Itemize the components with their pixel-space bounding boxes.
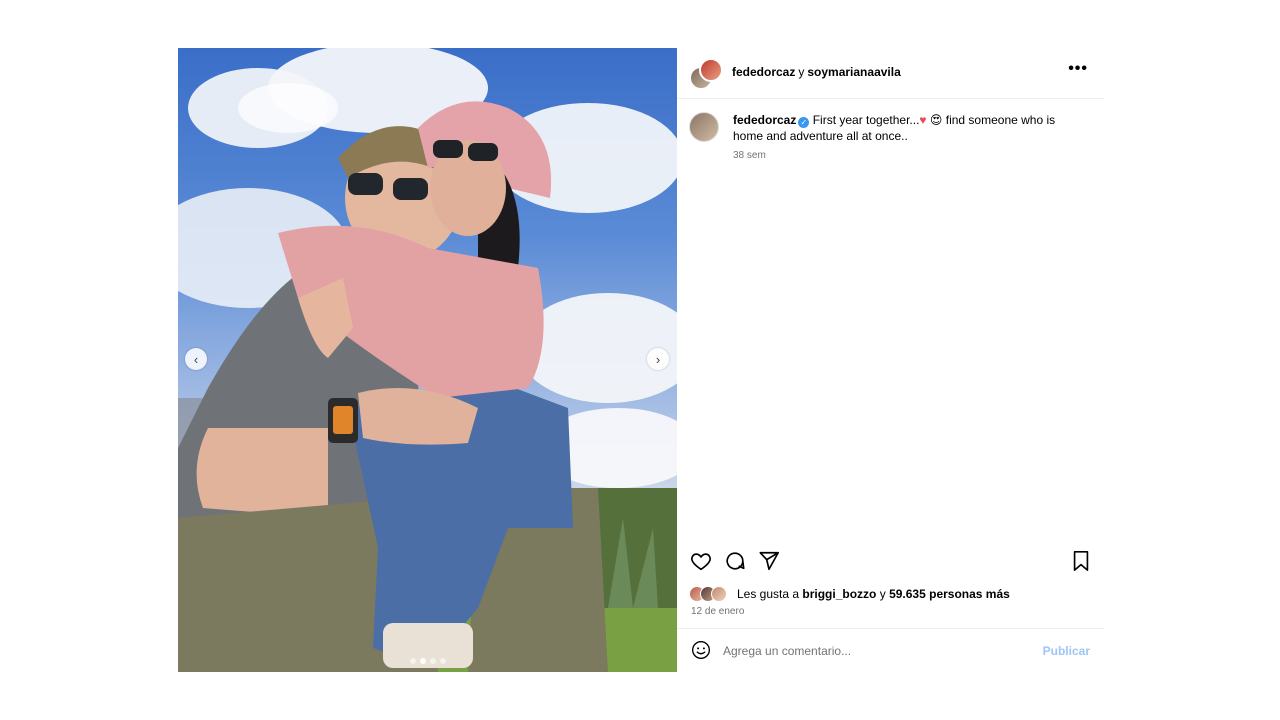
heart-emoji: ♥	[919, 113, 927, 127]
bookmark-icon[interactable]	[1071, 550, 1091, 577]
chevron-right-icon: ›	[655, 351, 661, 367]
share-icon[interactable]	[758, 550, 780, 577]
collab-avatars[interactable]	[689, 58, 723, 90]
carousel-dot	[429, 658, 436, 664]
heart-icon[interactable]	[690, 550, 712, 577]
caption-text: fededorcaz ✓ First year together...♥ 😍 fi…	[733, 112, 1088, 144]
avatar	[711, 586, 727, 602]
avatar[interactable]	[689, 112, 719, 142]
more-options-button[interactable]: •••	[1068, 60, 1088, 78]
action-bar	[677, 546, 1104, 576]
carousel-dot	[409, 658, 416, 664]
caption-timestamp[interactable]: 38 sem	[733, 150, 766, 161]
chevron-left-icon: ‹	[193, 351, 199, 367]
carousel-dot	[439, 658, 446, 664]
emoji-icon[interactable]	[691, 640, 711, 665]
carousel-next-button[interactable]: ›	[647, 348, 669, 370]
carousel-prev-button[interactable]: ‹	[185, 348, 207, 370]
author-link[interactable]: fededorcaz	[732, 65, 795, 79]
carousel-indicators	[178, 658, 677, 664]
avatar[interactable]	[699, 58, 723, 82]
authors-connector: y	[798, 65, 805, 79]
heart-eyes-emoji: 😍	[929, 113, 943, 127]
post-side-panel: fededorcaz y soymarianaavila ••• fededorca…	[677, 48, 1104, 672]
likes-connector: y	[879, 587, 886, 601]
post-photo[interactable]: ‹ ›	[178, 48, 677, 672]
likes-prefix: Les gusta a	[737, 587, 800, 601]
verified-badge-icon: ✓	[798, 117, 810, 128]
likes-summary: Les gusta a briggi_bozzo y 59.635 person…	[689, 586, 1089, 604]
liker-username[interactable]: briggi_bozzo	[802, 587, 876, 601]
more-horizontal-icon: •••	[1068, 60, 1088, 77]
likes-text: Les gusta a briggi_bozzo y 59.635 person…	[737, 587, 1010, 601]
comment-icon[interactable]	[724, 550, 746, 577]
caption-username[interactable]: fededorcaz	[733, 113, 796, 127]
post-authors: fededorcaz y soymarianaavila	[732, 65, 901, 79]
post-header: fededorcaz y soymarianaavila •••	[677, 48, 1104, 99]
photo-illustration	[178, 48, 677, 672]
comment-bar: Publicar	[677, 628, 1104, 673]
coauthor-link[interactable]: soymarianaavila	[807, 65, 900, 79]
caption-body-part1: First year together...	[812, 113, 920, 127]
post-date[interactable]: 12 de enero	[691, 606, 744, 617]
publish-button[interactable]: Publicar	[1043, 644, 1090, 658]
comment-input[interactable]	[723, 639, 1023, 663]
likes-count-link[interactable]: 59.635 personas más	[889, 587, 1010, 601]
post-dialog: ‹ › fededorcaz y soymarianaavila ••• fed…	[178, 48, 1104, 672]
carousel-dot-active	[419, 658, 426, 664]
